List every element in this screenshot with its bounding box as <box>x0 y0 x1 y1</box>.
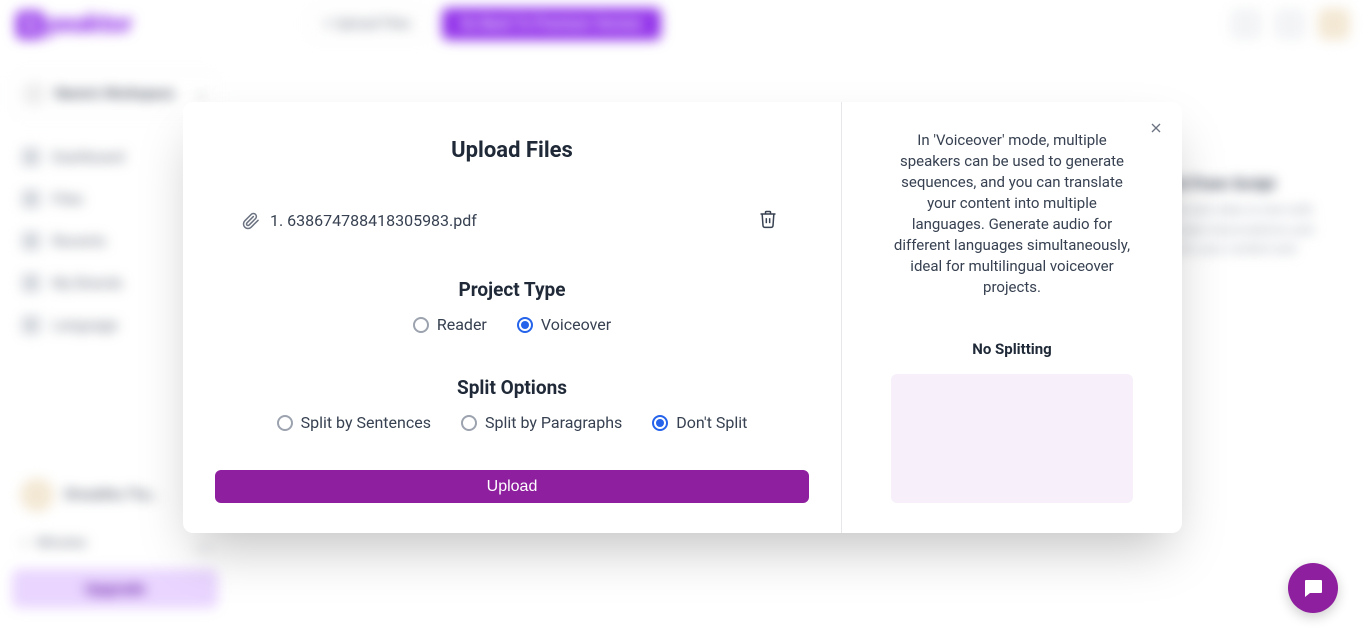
close-modal-button[interactable] <box>1142 114 1170 145</box>
close-icon <box>1148 120 1164 136</box>
search-icon <box>1274 8 1306 40</box>
bell-icon <box>1230 8 1262 40</box>
split-options-group: Split by Sentences Split by Paragraphs D… <box>277 413 748 432</box>
remove-file-button[interactable] <box>754 205 782 236</box>
modal-main-panel: Upload Files 1. 638674788418305983.pdf P… <box>183 102 842 533</box>
upload-button[interactable]: Upload <box>215 470 809 503</box>
header-right <box>1230 8 1350 40</box>
split-paragraphs[interactable]: Split by Paragraphs <box>461 413 622 432</box>
split-options-heading: Split Options <box>457 376 567 399</box>
upload-modal: Upload Files 1. 638674788418305983.pdf P… <box>183 102 1182 533</box>
no-splitting-heading: No Splitting <box>972 340 1052 358</box>
modal-info-panel: In 'Voiceover' mode, multiple speakers c… <box>842 102 1182 533</box>
modal-title: Upload Files <box>451 138 573 163</box>
split-sentences[interactable]: Split by Sentences <box>277 413 431 432</box>
split-preview-box <box>891 374 1133 503</box>
app-header: Speaktor + Upload Files Go Back To Premi… <box>0 0 1366 48</box>
bg-footer-chip <box>194 543 214 555</box>
radio-label: Split by Paragraphs <box>485 413 622 432</box>
radio-icon <box>652 415 668 431</box>
radio-label: Reader <box>437 315 487 334</box>
uploaded-file-row: 1. 638674788418305983.pdf <box>242 205 782 236</box>
workspace-icon <box>23 83 45 105</box>
mode-info-text: In 'Voiceover' mode, multiple speakers c… <box>890 130 1135 298</box>
radio-icon <box>517 317 533 333</box>
trash-icon <box>758 209 778 229</box>
chat-fab-button[interactable] <box>1288 563 1338 613</box>
file-label: 1. 638674788418305983.pdf <box>242 211 477 230</box>
upgrade-button-bg: Upgrade <box>12 569 218 608</box>
project-type-group: Reader Voiceover <box>413 315 611 334</box>
radio-icon <box>413 317 429 333</box>
logo-badge: S <box>16 11 44 39</box>
app-logo: Speaktor <box>16 9 132 39</box>
radio-label: Voiceover <box>541 315 611 334</box>
radio-icon <box>277 415 293 431</box>
radio-label: Don't Split <box>676 413 747 432</box>
project-type-reader[interactable]: Reader <box>413 315 487 334</box>
radio-label: Split by Sentences <box>301 413 431 432</box>
project-type-heading: Project Type <box>459 278 566 301</box>
chat-icon <box>1301 576 1325 600</box>
premium-button-bg: Go Back To Premium Version <box>442 8 661 40</box>
upload-files-chip: + Upload Files <box>308 9 426 39</box>
radio-icon <box>461 415 477 431</box>
avatar <box>1318 8 1350 40</box>
file-name: 1. 638674788418305983.pdf <box>270 211 477 230</box>
split-dont[interactable]: Don't Split <box>652 413 747 432</box>
project-type-voiceover[interactable]: Voiceover <box>517 315 611 334</box>
paperclip-icon <box>242 212 260 230</box>
